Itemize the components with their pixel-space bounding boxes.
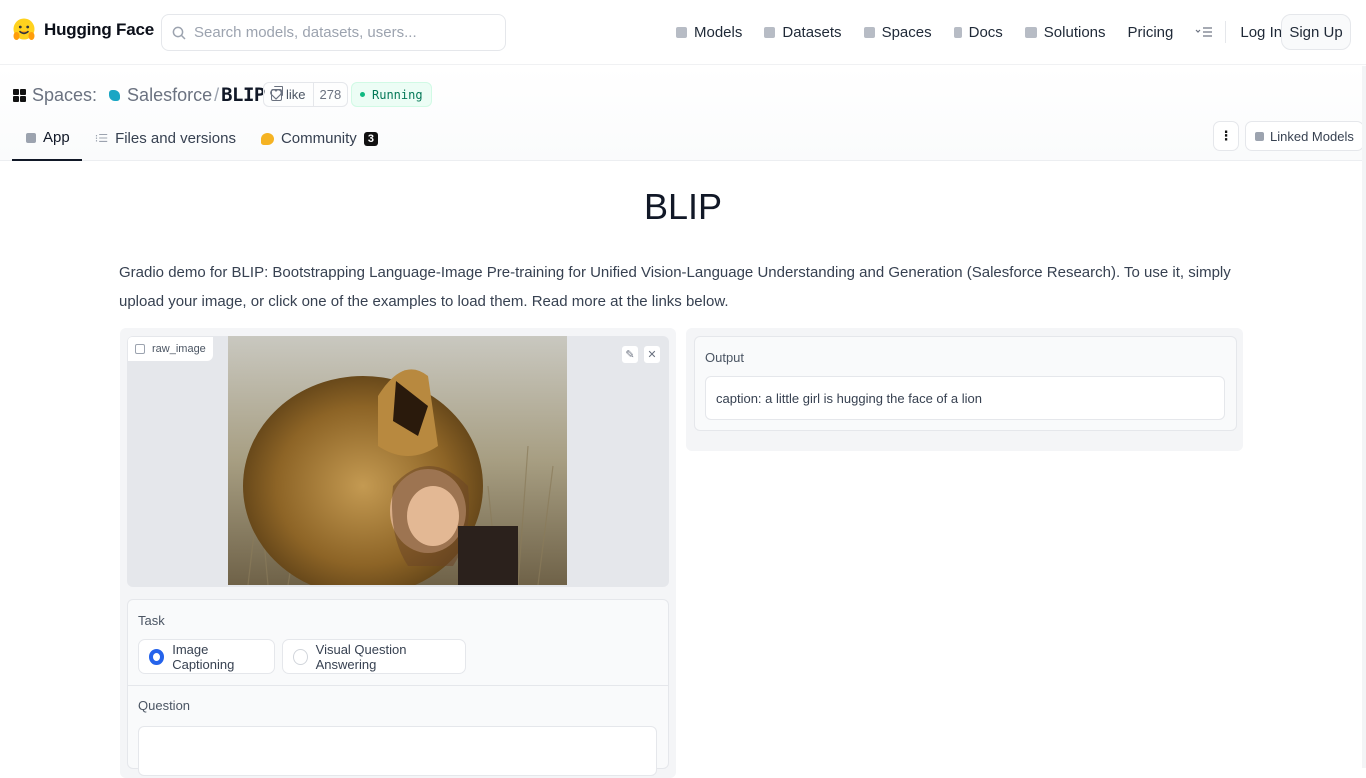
image-icon bbox=[135, 344, 145, 354]
linked-models-icon bbox=[1255, 131, 1264, 141]
output-label: Output bbox=[705, 350, 745, 365]
tab-app[interactable]: App bbox=[12, 116, 82, 161]
breadcrumb-spaces[interactable]: Spaces: bbox=[32, 85, 97, 106]
image-toolbar: ✎ ✕ bbox=[621, 345, 661, 364]
radio-visual-question-answering[interactable]: Visual Question Answering bbox=[282, 639, 466, 674]
more-menu-button[interactable] bbox=[1195, 26, 1213, 38]
like-label: like bbox=[286, 87, 306, 102]
tab-community[interactable]: Community 3 bbox=[249, 116, 390, 161]
radio-unchecked-icon bbox=[293, 648, 308, 665]
brand[interactable]: Hugging Face bbox=[12, 17, 154, 43]
more-menu-icon bbox=[1195, 27, 1213, 37]
docs-icon bbox=[953, 26, 962, 38]
nav-solutions[interactable]: Solutions bbox=[1024, 23, 1106, 41]
main-nav: Models Datasets Spaces Docs Solutions Pr… bbox=[676, 21, 1302, 43]
signup-button[interactable]: Sign Up bbox=[1281, 14, 1351, 50]
uploaded-photo bbox=[228, 336, 567, 585]
linked-models-button[interactable]: Linked Models bbox=[1245, 121, 1364, 151]
spaces-grid-icon bbox=[13, 88, 26, 102]
spaces-icon bbox=[863, 26, 875, 38]
nav-spaces[interactable]: Spaces bbox=[863, 23, 932, 41]
like-count: 278 bbox=[319, 87, 342, 102]
breadcrumb-separator: / bbox=[214, 84, 220, 105]
task-label: Task bbox=[138, 613, 165, 628]
models-icon bbox=[676, 26, 687, 38]
nav-models[interactable]: Models bbox=[676, 24, 742, 41]
nav-pricing[interactable]: Pricing bbox=[1128, 24, 1174, 41]
edit-image-icon[interactable]: ✎ bbox=[621, 345, 639, 364]
tab-label: Community bbox=[280, 130, 357, 147]
breadcrumb-repo[interactable]: BLIP bbox=[221, 84, 265, 106]
nav-docs[interactable]: Docs bbox=[953, 23, 1003, 41]
tab-files[interactable]: ⁝☰ Files and versions bbox=[83, 116, 248, 161]
status-dot-icon bbox=[360, 92, 365, 97]
login-link[interactable]: Log In bbox=[1240, 24, 1282, 41]
breadcrumb: Spaces: Salesforce / BLIP bbox=[13, 82, 283, 108]
nav-label: Solutions bbox=[1043, 23, 1106, 41]
brand-name: Hugging Face bbox=[44, 20, 154, 39]
section-divider bbox=[128, 685, 668, 686]
question-input[interactable] bbox=[138, 726, 657, 776]
community-icon bbox=[260, 132, 274, 145]
solutions-icon bbox=[1024, 26, 1037, 38]
nav-divider bbox=[1225, 21, 1227, 43]
image-field-label: raw_image bbox=[128, 337, 213, 361]
search-bar[interactable] bbox=[161, 14, 506, 51]
nav-label: Spaces bbox=[881, 23, 932, 41]
like-button[interactable]: like 278 bbox=[263, 82, 349, 107]
space-header: Spaces: Salesforce / BLIP like 278 Runni… bbox=[0, 66, 1366, 161]
more-options-button[interactable]: ⋮ bbox=[1213, 121, 1239, 151]
output-textbox[interactable]: caption: a little girl is hugging the fa… bbox=[705, 376, 1225, 420]
app-cube-icon bbox=[26, 132, 36, 143]
org-avatar-icon bbox=[109, 89, 121, 101]
tab-label: Files and versions bbox=[115, 130, 236, 147]
radio-image-captioning[interactable]: Image Captioning bbox=[138, 639, 275, 674]
nav-label: Docs bbox=[968, 23, 1003, 41]
hugging-face-logo-icon bbox=[13, 18, 35, 40]
nav-label: Pricing bbox=[1127, 23, 1174, 41]
image-label-text: raw_image bbox=[152, 343, 206, 355]
radio-label: Image Captioning bbox=[172, 641, 235, 672]
top-navbar: Hugging Face Models Datasets Spaces Docs… bbox=[0, 0, 1366, 65]
radio-label: Visual Question Answering bbox=[315, 641, 407, 672]
app-description: Gradio demo for BLIP: Bootstrapping Lang… bbox=[119, 264, 1231, 310]
nav-label: Datasets bbox=[782, 23, 842, 41]
app-title: BLIP bbox=[643, 186, 723, 227]
tab-label: App bbox=[43, 129, 70, 146]
breadcrumb-org[interactable]: Salesforce bbox=[127, 85, 212, 106]
status-text: Running bbox=[372, 87, 423, 102]
clear-image-icon[interactable]: ✕ bbox=[643, 345, 661, 364]
community-count-badge: 3 bbox=[363, 131, 378, 146]
heart-icon bbox=[270, 89, 282, 100]
page-scrollbar[interactable] bbox=[1362, 66, 1366, 768]
search-input[interactable] bbox=[194, 24, 484, 41]
nav-label: Models bbox=[694, 23, 743, 41]
status-badge: Running bbox=[351, 82, 432, 107]
datasets-icon bbox=[764, 26, 776, 38]
search-icon bbox=[172, 26, 186, 40]
space-tabs: App ⁝☰ Files and versions Community 3 bbox=[12, 116, 391, 161]
nav-datasets[interactable]: Datasets bbox=[764, 23, 842, 41]
linked-models-label: Linked Models bbox=[1270, 128, 1354, 144]
radio-checked-icon bbox=[149, 648, 165, 665]
like-label-wrap: like bbox=[264, 83, 314, 106]
files-icon: ⁝☰ bbox=[94, 133, 109, 145]
question-label: Question bbox=[138, 698, 191, 713]
